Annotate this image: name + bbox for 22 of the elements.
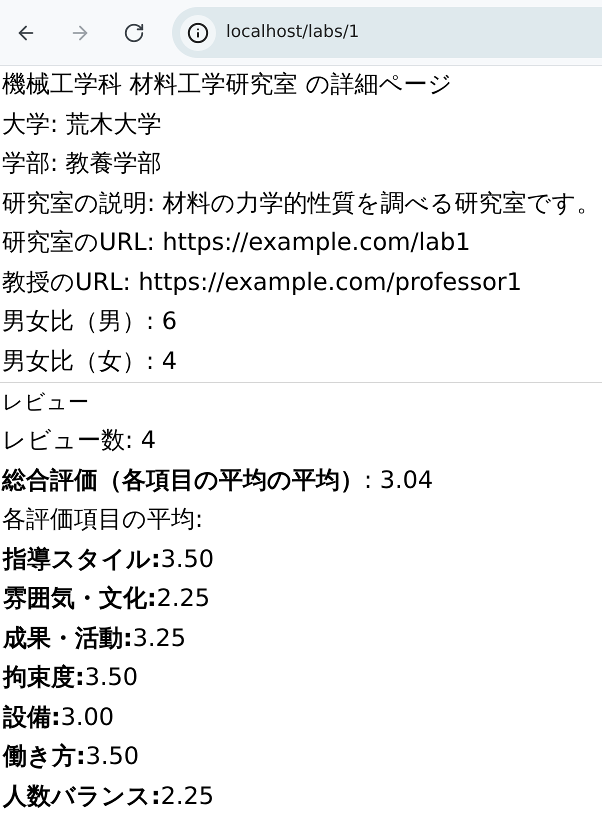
averages-label: 各評価項目の平均: [2, 504, 204, 535]
rating-average-text: 指導スタイル:3.50 [2, 544, 216, 574]
overall-rating-text: 総合評価（各項目の平均の平均）: 3.04 [2, 464, 434, 496]
detail-text: 大学: 荒木大学 [2, 108, 163, 140]
detail-text: 男女比（女）: 4 [2, 346, 178, 376]
address-bar[interactable]: localhost/labs/1 [172, 7, 602, 58]
rating-average-text: 設備:3.00 [2, 702, 116, 732]
rating-average-text: 成果・活動:3.25 [2, 622, 188, 654]
detail-text: 教授のURL: https://example.com/professor1 [2, 266, 523, 298]
detail-text: 研究室のURL: https://example.com/lab1 [2, 227, 472, 258]
rating-average-text: 人数バランス:2.25 [2, 780, 216, 812]
detail-text: 男女比（男）: 6 [2, 306, 178, 337]
info-icon[interactable] [180, 14, 216, 50]
rating-average-text: 雰囲気・文化:2.25 [2, 583, 212, 614]
detail-text: 学部: 教養学部 [2, 148, 163, 179]
reload-icon [123, 22, 145, 44]
rating-average-text: 働き方:3.50 [2, 741, 140, 772]
detail-text: 研究室の説明: 材料の力学的性質を調べる研究室です。 [2, 188, 602, 218]
rating-average-text: 拘束度:3.50 [2, 662, 140, 693]
section-heading: レビュー [2, 389, 90, 416]
review-count-text: レビュー数: 4 [2, 425, 157, 456]
page-title: 機械工学科 材料工学研究室 の詳細ページ [2, 69, 454, 100]
